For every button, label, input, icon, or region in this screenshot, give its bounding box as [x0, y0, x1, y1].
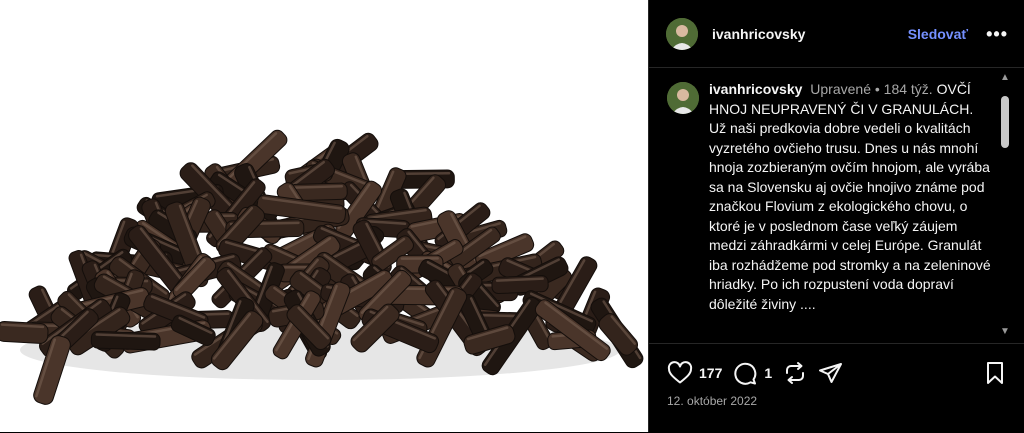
comments-section: ivanhricovsky Upravené • 184 týž. OVČÍ H… — [649, 68, 1024, 342]
author-avatar[interactable] — [666, 17, 698, 50]
comments-scrollbar[interactable]: ▲ ▼ — [998, 70, 1012, 340]
more-options-icon[interactable]: ••• — [986, 25, 1008, 43]
caption-avatar[interactable] — [667, 82, 699, 114]
caption-text: OVČÍ HNOJ NEUPRAVENÝ ČI V GRANULÁCH. Už … — [709, 81, 991, 312]
separator-dot: • — [874, 81, 880, 97]
scroll-thumb[interactable] — [1001, 96, 1009, 148]
save-button[interactable] — [984, 361, 1006, 385]
follow-button[interactable]: Sledovať — [908, 26, 968, 42]
comment-icon — [734, 362, 757, 385]
share-button[interactable] — [818, 361, 844, 385]
caption-text-block: ivanhricovsky Upravené • 184 týž. OVČÍ H… — [709, 80, 994, 314]
author-username[interactable]: ivanhricovsky — [712, 26, 805, 42]
post-date[interactable]: 12. október 2022 — [649, 388, 1024, 408]
action-row: 177 1 — [649, 344, 1024, 388]
comment-button[interactable]: 1 — [732, 361, 772, 385]
time-ago[interactable]: 184 týž. — [884, 81, 933, 97]
fertilizer-pellets-photo — [0, 129, 644, 405]
post-image[interactable] — [0, 0, 648, 432]
edited-label: Upravené — [810, 81, 871, 97]
caption-username[interactable]: ivanhricovsky — [709, 81, 802, 97]
post-panel: ivanhricovsky Sledovať ••• ivanhricovsky… — [648, 0, 1024, 432]
actions-bar: 177 1 12. október 2022 — [649, 343, 1024, 433]
repost-icon — [786, 362, 805, 384]
caption: ivanhricovsky Upravené • 184 týž. OVČÍ H… — [667, 80, 994, 314]
repost-button[interactable] — [782, 361, 808, 385]
like-count[interactable]: 177 — [699, 365, 722, 381]
bookmark-icon — [987, 362, 1003, 384]
like-button[interactable]: 177 — [667, 361, 722, 385]
scroll-up-icon[interactable]: ▲ — [1000, 73, 1010, 83]
share-icon — [819, 363, 843, 383]
scroll-down-icon[interactable]: ▼ — [1000, 327, 1010, 337]
heart-icon — [667, 361, 693, 384]
post-header: ivanhricovsky Sledovať ••• — [649, 0, 1024, 68]
comment-count[interactable]: 1 — [764, 365, 772, 381]
